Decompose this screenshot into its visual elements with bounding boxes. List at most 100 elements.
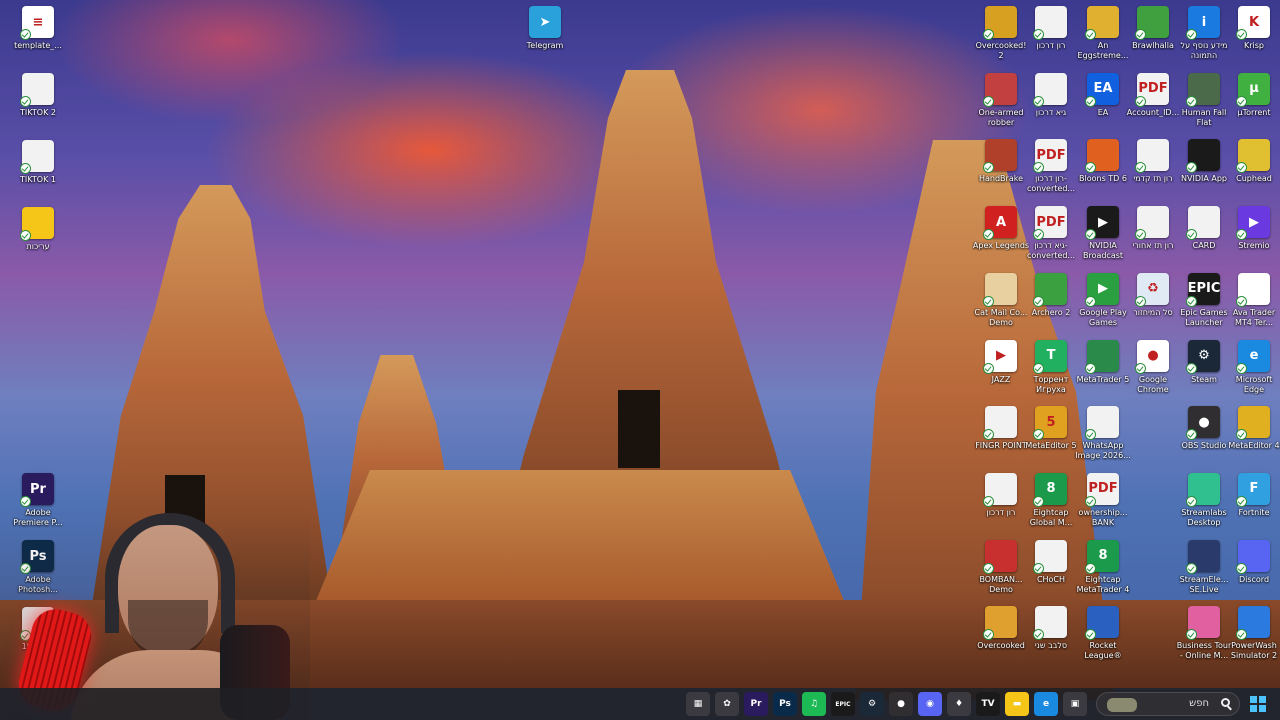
sync-check-icon — [983, 229, 994, 241]
desktop-icon[interactable]: רון תז אחורי — [1124, 206, 1182, 270]
desktop-icon-label: PowerWash Simulator 2 — [1230, 641, 1278, 661]
app-icon — [1186, 539, 1220, 574]
sync-check-icon — [983, 162, 994, 174]
desktop-icon[interactable]: 8 Eightcap MetaTrader 4 — [1074, 539, 1132, 604]
desktop-icon[interactable]: Ava Trader MT4 Ter... — [1225, 272, 1280, 337]
calculator-icon: ▦ — [693, 699, 703, 709]
desktop-icon-label: רון דרכון-converted... — [1026, 174, 1076, 194]
sync-check-icon — [983, 29, 994, 40]
desktop-icon-label: רון תז אחורי — [1132, 241, 1174, 251]
app-icon — [983, 72, 1017, 107]
taskbar-app-edge[interactable]: e — [1034, 692, 1058, 716]
sync-check-icon — [1186, 29, 1197, 40]
desktop-icon[interactable]: 8 Eightcap Global M... — [1022, 472, 1080, 537]
desktop-icon[interactable]: PDF Account_ID... — [1124, 72, 1182, 137]
taskbar-app-premiere[interactable]: Pr — [744, 692, 768, 716]
taskbar-app-obs[interactable]: ● — [889, 692, 913, 716]
desktop-icon[interactable]: עריכות — [9, 207, 67, 271]
app-icon — [983, 139, 1017, 174]
app-glyph: ➤ — [539, 14, 551, 30]
app-icon: ▶ — [1085, 206, 1119, 241]
desktop-icon[interactable]: TIKTOK 2 — [9, 73, 67, 137]
app-icon — [1236, 406, 1270, 441]
app-glyph: µ — [1249, 81, 1259, 97]
desktop-icon[interactable]: Rocket League® — [1074, 606, 1132, 670]
sync-check-icon — [1033, 29, 1044, 40]
desktop-icon[interactable]: רון דרכון — [1022, 6, 1080, 70]
app-glyph: K — [1248, 14, 1260, 30]
desktop-icon[interactable]: Brawlhalla — [1124, 6, 1182, 70]
desktop-icon[interactable]: Cuphead — [1225, 139, 1280, 203]
desktop-icon[interactable]: T Торрент Игруха — [1022, 339, 1080, 404]
desktop-icon[interactable]: e Microsoft Edge — [1225, 339, 1280, 404]
desktop-icon[interactable]: גיא דרכון — [1022, 72, 1080, 137]
app-icon — [1186, 72, 1220, 107]
desktop-icon-label: ownership... BANK — [1078, 507, 1128, 527]
app-icon: ➤ — [529, 6, 561, 38]
sync-check-icon — [1135, 362, 1146, 374]
app-glyph: e — [1249, 348, 1259, 363]
desktop-icon-label: Microsoft Edge — [1235, 374, 1273, 394]
app-icon — [1186, 206, 1220, 241]
taskbar: חפש ▦ ✿ Pr Ps ♫ EPIC ⚙ ● ◉ ♦ TV ▬ e ▣ — [0, 688, 1280, 720]
desktop-icon[interactable]: MetaEditor 4 — [1225, 406, 1280, 470]
desktop-icon[interactable]: PDF רון דרכון-converted... — [1022, 139, 1080, 203]
desktop-icon[interactable]: CHoCH — [1022, 539, 1080, 604]
app-icon: PDF — [1033, 206, 1067, 241]
sync-check-icon — [1085, 629, 1096, 641]
taskbar-app-photoshop[interactable]: Ps — [773, 692, 797, 716]
desktop-icon[interactable]: K Krisp — [1225, 6, 1280, 70]
desktop-icon-label: Ava Trader MT4 Ter... — [1232, 307, 1276, 327]
app-glyph: EPIC — [1187, 281, 1221, 297]
app-icon — [1085, 606, 1119, 641]
desktop-icon[interactable]: Discord — [1225, 539, 1280, 604]
desktop-icon-label: template_... — [14, 41, 62, 50]
taskbar-app-file-explorer[interactable]: ▬ — [1005, 692, 1029, 716]
desktop-icon[interactable]: סלבב שני — [1022, 606, 1080, 670]
app-icon — [1186, 139, 1220, 174]
app-icon — [1236, 606, 1270, 641]
desktop-icon-label: סל המיחזור — [1133, 307, 1173, 317]
taskbar-app-discord[interactable]: ◉ — [918, 692, 942, 716]
desktop-icon[interactable]: ≡ template_... — [9, 6, 67, 70]
desktop-icon[interactable]: PDF גיא דרכון-converted... — [1022, 206, 1080, 270]
taskbar-app-task-view[interactable]: ▣ — [1063, 692, 1087, 716]
desktop-icon[interactable]: רון תז קדמי — [1124, 139, 1182, 203]
taskbar-app-photos[interactable]: ✿ — [715, 692, 739, 716]
sync-check-icon — [1186, 362, 1197, 374]
desktop-icon[interactable]: ➤ Telegram — [516, 6, 574, 70]
sync-check-icon — [1236, 362, 1247, 374]
taskbar-app-epic-games[interactable]: EPIC — [831, 692, 855, 716]
start-button[interactable] — [1246, 692, 1270, 716]
app-glyph: ▶ — [1098, 214, 1108, 230]
app-icon — [1033, 606, 1067, 641]
sync-check-icon — [20, 29, 31, 40]
taskbar-app-spotify[interactable]: ♫ — [802, 692, 826, 716]
app-icon — [1135, 139, 1169, 174]
app-icon — [1186, 472, 1220, 507]
desktop-icon[interactable]: ● Google Chrome — [1124, 339, 1182, 404]
app-icon — [983, 272, 1017, 307]
app-glyph: i — [1201, 14, 1207, 30]
desktop-icon[interactable]: µ µTorrent — [1225, 72, 1280, 137]
desktop-icon-label: גיא דרכון — [1035, 107, 1067, 117]
app-glyph: ● — [1147, 348, 1159, 363]
app-glyph: EA — [1093, 81, 1113, 97]
desktop-icon[interactable]: Archero 2 — [1022, 272, 1080, 337]
taskbar-app-calculator[interactable]: ▦ — [686, 692, 710, 716]
desktop-icon[interactable]: PowerWash Simulator 2 — [1225, 606, 1280, 670]
taskbar-search-box[interactable]: חפש — [1096, 692, 1240, 716]
taskbar-app-streamer-app[interactable]: ♦ — [947, 692, 971, 716]
premiere-icon: Pr — [750, 699, 762, 709]
taskbar-app-steam[interactable]: ⚙ — [860, 692, 884, 716]
desktop-icon[interactable]: WhatsApp Image 2026... — [1074, 406, 1132, 470]
sync-check-icon — [983, 295, 994, 307]
taskbar-app-tradingview[interactable]: TV — [976, 692, 1000, 716]
desktop-icon[interactable]: F Fortnite — [1225, 472, 1280, 537]
desktop-icon[interactable]: 5 MetaEditor 5 — [1022, 406, 1080, 470]
desktop-icon[interactable]: ♻ סל המיחזור — [1124, 272, 1182, 337]
app-glyph: ▶ — [996, 348, 1006, 363]
desktop-icon[interactable]: TIKTOK 1 — [9, 140, 67, 204]
desktop-icon[interactable]: ▶ Stremio — [1225, 206, 1280, 270]
desktop-icon[interactable]: PDF ownership... BANK — [1074, 472, 1132, 537]
